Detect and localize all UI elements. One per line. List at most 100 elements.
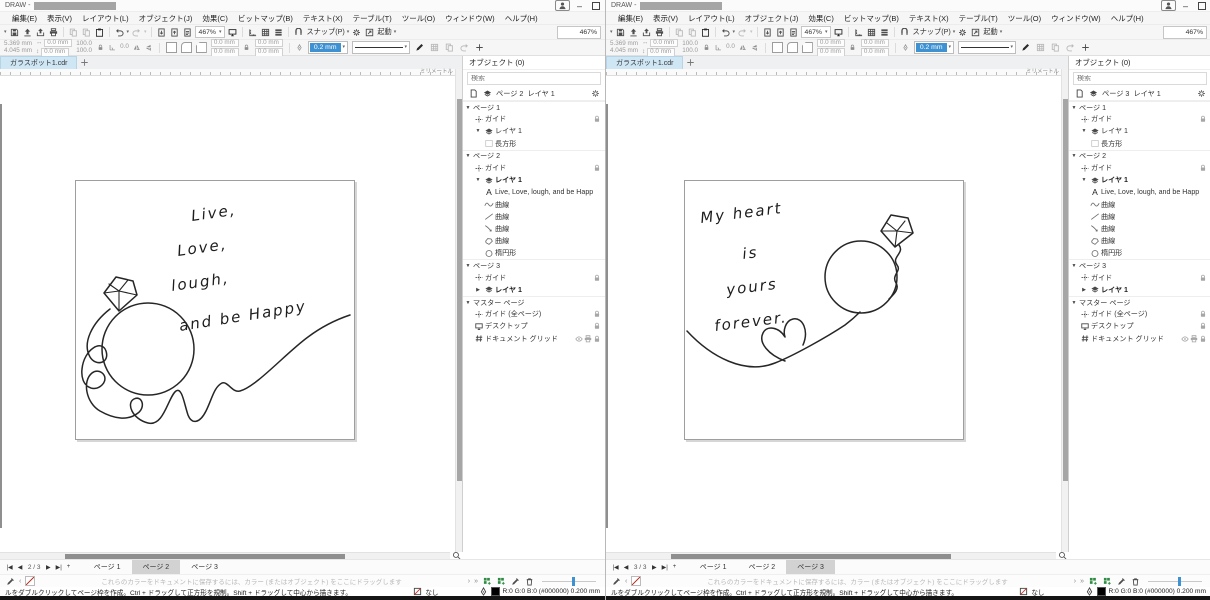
corner-chamfer-button[interactable]	[802, 42, 813, 53]
corner-zoom-field[interactable]: 467%	[1163, 26, 1207, 39]
expander-icon[interactable]: ▼	[1069, 263, 1079, 269]
tree-row-text-object[interactable]: ALive, Love, lough, and be Happ	[1069, 186, 1210, 198]
menu-effects[interactable]: 効果(C)	[202, 13, 227, 24]
zoom-level-combo[interactable]: 467%▾	[801, 26, 832, 38]
tree-row-layer-active[interactable]: ▼レイヤ 1	[1069, 174, 1210, 186]
lock-corners-icon[interactable]	[849, 44, 857, 52]
account-icon[interactable]	[1161, 0, 1176, 11]
import-button[interactable]	[22, 27, 33, 38]
outline-width-combo[interactable]: 0.2 mm▾	[914, 41, 954, 54]
expander-icon[interactable]: ▼	[463, 300, 473, 306]
fullscreen-preview-button[interactable]	[227, 27, 238, 38]
add-property-button[interactable]	[1080, 42, 1091, 53]
palette-expand-icon[interactable]: »	[474, 578, 478, 585]
tree-row-layer-collapsed[interactable]: ▶レイヤ 1	[463, 284, 605, 296]
tree-row-layer-active[interactable]: ▼レイヤ 1	[463, 174, 605, 186]
fill-none-icon[interactable]	[413, 587, 422, 596]
corner-square-button[interactable]	[166, 42, 177, 53]
paste-button[interactable]	[700, 27, 711, 38]
cut-button[interactable]	[68, 27, 79, 38]
tree-row-curve[interactable]: 曲線	[463, 199, 605, 211]
lock-icon[interactable]	[1198, 322, 1207, 331]
page-tab-3-active[interactable]: ページ 3	[786, 560, 835, 574]
empty-color-swatch[interactable]	[25, 576, 35, 586]
page-tab-2[interactable]: ページ 2	[738, 560, 787, 574]
menu-view[interactable]: 表示(V)	[47, 13, 72, 24]
palette-scroll-right-icon[interactable]: ›	[468, 578, 470, 585]
vertical-scrollbar[interactable]	[455, 69, 462, 552]
horizontal-scrollbar[interactable]	[0, 552, 450, 559]
rotation-angle-field[interactable]: 0.0	[120, 44, 129, 51]
page-tab-2-active[interactable]: ページ 2	[132, 560, 181, 574]
pick-color-icon[interactable]	[1116, 576, 1126, 586]
corner-chamfer-button[interactable]	[196, 42, 207, 53]
breadcrumb-layer[interactable]: レイヤ 1	[1133, 89, 1160, 99]
pdf-share-button[interactable]	[788, 27, 799, 38]
menu-effects[interactable]: 効果(C)	[808, 13, 833, 24]
tree-row-ellipse[interactable]: 楕円形	[463, 247, 605, 259]
menu-window[interactable]: ウィンドウ(W)	[1051, 13, 1101, 24]
menu-layout[interactable]: レイアウト(L)	[688, 13, 735, 24]
expander-icon[interactable]: ▼	[473, 128, 483, 134]
tree-row-curve[interactable]: 曲線	[1069, 235, 1210, 247]
snap-magnet-icon[interactable]	[899, 27, 910, 38]
eyedropper-icon[interactable]	[611, 576, 621, 586]
expander-icon[interactable]: ▼	[473, 177, 483, 183]
show-grid-button[interactable]	[260, 27, 271, 38]
tree-row-guides[interactable]: ガイド	[1069, 162, 1210, 174]
redo-button[interactable]	[737, 27, 748, 38]
menu-help[interactable]: ヘルプ(H)	[505, 13, 538, 24]
undo-button[interactable]	[114, 27, 125, 38]
lock-icon[interactable]	[1198, 164, 1207, 173]
show-rulers-button[interactable]	[853, 27, 864, 38]
new-tab-button[interactable]	[77, 56, 91, 69]
lock-icon[interactable]	[592, 310, 601, 319]
account-icon[interactable]	[555, 0, 570, 11]
menu-bitmaps[interactable]: ビットマップ(B)	[844, 13, 899, 24]
new-palette-icon[interactable]	[1102, 576, 1112, 586]
search-content-button[interactable]	[762, 27, 773, 38]
tree-row-document-grid[interactable]: ドキュメント グリッド	[463, 333, 605, 345]
new-document-dropdown-icon[interactable]: ▾	[610, 27, 613, 38]
lock-corners-icon[interactable]	[243, 44, 251, 52]
menu-tools[interactable]: ツール(O)	[402, 13, 435, 24]
print-toggle-icon[interactable]	[1189, 334, 1198, 343]
breadcrumb-page[interactable]: ページ 3	[1102, 89, 1129, 99]
tree-row-page1[interactable]: ▼ページ 1	[1069, 101, 1210, 113]
last-page-button[interactable]: ▶|	[659, 564, 670, 571]
tree-row-curve[interactable]: 曲線	[463, 223, 605, 235]
redo-button[interactable]	[131, 27, 142, 38]
ungroup-button[interactable]	[459, 42, 470, 53]
empty-color-swatch[interactable]	[631, 576, 641, 586]
menu-window[interactable]: ウィンドウ(W)	[445, 13, 495, 24]
rotation-angle-field[interactable]: 0.0	[726, 44, 735, 51]
outline-width-combo[interactable]: 0.2 mm▾	[308, 41, 348, 54]
next-page-button[interactable]: ▶	[43, 564, 53, 571]
lock-ratio-icon[interactable]	[702, 44, 710, 52]
tree-row-guides[interactable]: ガイド	[1069, 272, 1210, 284]
wrap-text-button[interactable]	[1035, 42, 1046, 53]
search-input[interactable]	[468, 75, 600, 82]
expander-icon[interactable]: ▼	[1069, 300, 1079, 306]
menu-text[interactable]: テキスト(X)	[909, 13, 949, 24]
options-gear-button[interactable]	[351, 27, 362, 38]
corner-radius-tr-field[interactable]: 0.0 mm	[255, 39, 283, 48]
export-button[interactable]	[641, 27, 652, 38]
expander-icon[interactable]: ▼	[1079, 128, 1089, 134]
line-style-combo[interactable]: ▾	[352, 41, 410, 54]
lock-icon[interactable]	[592, 334, 601, 343]
docker-search-box[interactable]	[1073, 72, 1207, 85]
scale-y-field[interactable]: 100.0	[76, 48, 92, 55]
expander-icon[interactable]: ▶	[473, 287, 483, 293]
tree-row-guides[interactable]: ガイド	[463, 162, 605, 174]
launch-dropdown[interactable]: 起動	[983, 27, 997, 37]
import-button[interactable]	[628, 27, 639, 38]
tree-row-page2[interactable]: ▼ページ 2	[1069, 150, 1210, 162]
publish-button[interactable]	[169, 27, 180, 38]
import-palette-icon[interactable]	[1088, 576, 1098, 586]
import-palette-icon[interactable]	[482, 576, 492, 586]
tree-row-rectangle[interactable]: 長方形	[1069, 138, 1210, 150]
undo-dropdown-icon[interactable]: ▾	[733, 27, 736, 38]
position-y-field[interactable]: 4.045 mm	[610, 48, 638, 55]
palette-scroll-left-icon[interactable]: ‹	[19, 578, 21, 585]
